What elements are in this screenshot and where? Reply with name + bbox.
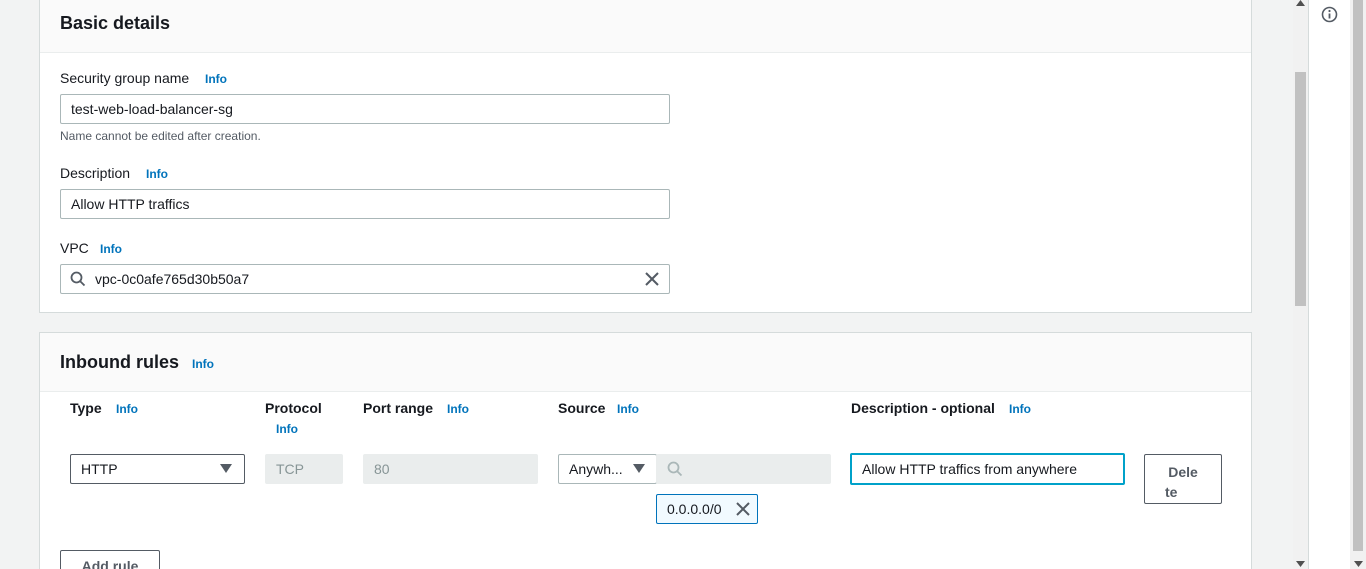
sg-name-label: Security group name [60, 70, 190, 86]
tools-panel [1308, 0, 1351, 569]
close-icon[interactable] [644, 271, 660, 287]
basic-details-panel: Basic details Security group name Info t… [39, 0, 1252, 313]
vpc-value: vpc-0c0afe765d30b50a7 [95, 271, 250, 287]
inbound-rules-title: Inbound rules [60, 352, 179, 372]
sg-name-hint: Name cannot be edited after creation. [60, 129, 261, 143]
delete-button-line1: Dele [1168, 464, 1198, 480]
search-icon [70, 271, 86, 287]
vpc-label: VPC [60, 240, 89, 256]
col-protocol-info-link[interactable]: Info [276, 422, 298, 436]
description-info-link[interactable]: Info [146, 167, 168, 181]
protocol-input: TCP [265, 454, 343, 484]
delete-rule-button[interactable]: Dele te [1144, 454, 1222, 504]
col-description: Description - optional [851, 400, 995, 416]
type-select-value: HTTP [81, 461, 118, 477]
main-content: Basic details Security group name Info t… [0, 0, 1293, 569]
add-rule-button[interactable]: Add rule [60, 550, 160, 569]
inbound-rules-header: Inbound rules Info [40, 333, 1251, 392]
caret-down-icon [633, 464, 645, 473]
col-source-info-link[interactable]: Info [617, 402, 639, 416]
search-icon [667, 461, 683, 477]
page-scroll-down-arrow-icon[interactable] [1354, 561, 1363, 567]
content-scrollbar[interactable] [1293, 0, 1308, 569]
content-scrollbar-thumb[interactable] [1295, 72, 1306, 306]
source-select-value: Anywh... [569, 461, 623, 477]
col-type: Type [70, 400, 102, 416]
inbound-rules-info-link[interactable]: Info [192, 357, 214, 371]
caret-down-icon [220, 464, 232, 473]
col-type-info-link[interactable]: Info [116, 402, 138, 416]
inbound-rules-panel: Inbound rules Info Type Info Protocol In… [39, 332, 1252, 569]
port-range-input: 80 [363, 454, 538, 484]
basic-details-header: Basic details [40, 0, 1251, 53]
col-port-range: Port range [363, 400, 434, 416]
col-protocol: Protocol [265, 400, 322, 416]
col-port-range-info-link[interactable]: Info [447, 402, 469, 416]
delete-button-line2: te [1165, 484, 1178, 500]
close-icon[interactable] [736, 502, 750, 516]
description-input[interactable]: Allow HTTP traffics [60, 189, 670, 219]
rule-description-input[interactable]: Allow HTTP traffics from anywhere [850, 453, 1125, 485]
cidr-token-label: 0.0.0.0/0 [667, 501, 722, 517]
sg-name-info-link[interactable]: Info [205, 72, 227, 86]
col-description-info-link[interactable]: Info [1009, 402, 1031, 416]
cidr-token: 0.0.0.0/0 [656, 494, 758, 524]
page-scrollbar-thumb[interactable] [1353, 0, 1363, 551]
basic-details-title: Basic details [60, 13, 171, 33]
scroll-up-arrow-icon[interactable] [1296, 0, 1305, 6]
sg-name-input[interactable]: test-web-load-balancer-sg [60, 94, 670, 124]
page-scrollbar[interactable] [1350, 0, 1366, 569]
vpc-select-input[interactable]: vpc-0c0afe765d30b50a7 [60, 264, 670, 294]
scroll-down-arrow-icon[interactable] [1296, 561, 1305, 567]
type-select[interactable]: HTTP [70, 454, 245, 484]
description-label: Description [60, 165, 131, 181]
col-source: Source [558, 400, 606, 416]
info-circle-icon[interactable] [1321, 6, 1338, 23]
vpc-info-link[interactable]: Info [100, 242, 122, 256]
